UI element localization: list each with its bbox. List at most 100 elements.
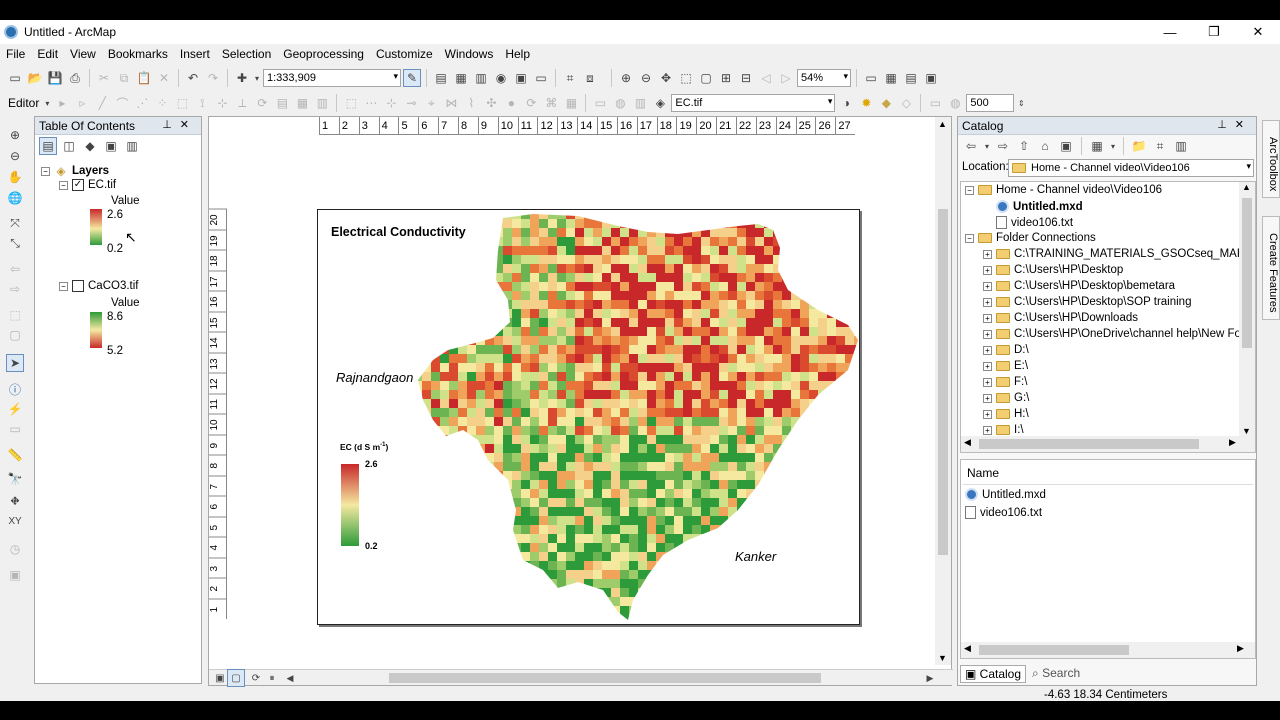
cut-icon[interactable]: ✂ [95, 69, 113, 87]
add-vertex-icon[interactable]: ⊹ [382, 94, 400, 112]
transparency-icon[interactable]: ◆ [877, 94, 895, 112]
layer-caco3[interactable]: − CaCO3.tif [59, 280, 139, 292]
topology-icon[interactable]: ⋈ [442, 94, 460, 112]
rotate-icon[interactable]: ⟳ [253, 94, 271, 112]
catalog-tree-item[interactable]: Untitled.mxd [983, 200, 1083, 213]
list-by-drawing-order-icon[interactable]: ▤ [39, 137, 57, 155]
reshape-icon[interactable]: ⟟ [193, 94, 211, 112]
catalog-tree-item[interactable]: + C:\Users\HP\Desktop\SOP training [983, 296, 1191, 308]
layers-root[interactable]: − ◈ Layers [41, 162, 109, 180]
layout-vertical-scrollbar[interactable]: ▲ ▼ [935, 117, 951, 665]
undo-icon[interactable]: ↶ [184, 69, 202, 87]
fixed-zoom-out-icon[interactable]: ⤡ [6, 234, 24, 252]
endpoint-arc-icon[interactable]: ⌒ [113, 94, 131, 112]
hyperlink-icon[interactable]: ⚡ [6, 400, 24, 418]
spinner-icon[interactable]: ⇕ [1016, 94, 1026, 112]
pan-page-icon[interactable]: ✥ [657, 69, 675, 87]
layout-toolbar-icon[interactable]: ⧈ [581, 69, 599, 87]
catalog-tree[interactable]: − Home - Channel video\Video106 Untitled.m… [960, 181, 1256, 453]
horizontal-scroll-thumb[interactable] [389, 673, 821, 683]
catalog-tree-item[interactable]: + D:\ [983, 344, 1029, 356]
menu-windows[interactable]: Windows [439, 47, 500, 61]
tab-catalog[interactable]: ▣ Catalog [960, 665, 1027, 683]
back-icon[interactable]: ⇦ [6, 260, 24, 278]
edit-vertices-icon[interactable]: ⬚ [173, 94, 191, 112]
chevron-down-icon[interactable]: ▾ [1109, 137, 1117, 155]
focus-data-frame-icon[interactable]: ▦ [882, 69, 900, 87]
cut-polygon-icon[interactable]: ⊹ [213, 94, 231, 112]
html-popup-icon[interactable]: ▭ [6, 420, 24, 438]
catalog-window-icon[interactable]: ▥ [472, 69, 490, 87]
toggle-contents-icon[interactable]: ▣ [1057, 137, 1075, 155]
zoom-in-icon[interactable]: ⊕ [6, 126, 24, 144]
catalog-tree-item[interactable]: + C:\TRAINING_MATERIALS_GSOCseq_MAPS_1 [983, 248, 1255, 260]
catalog-tree-item[interactable]: + H:\ [983, 408, 1029, 420]
name-column-header[interactable]: Name [967, 466, 999, 480]
arccatalog-window-icon[interactable]: ▤ [432, 69, 450, 87]
expand-icon[interactable]: + [983, 281, 992, 291]
editor-menu[interactable]: Editor [6, 96, 41, 110]
views-icon[interactable]: ▦ [1088, 137, 1106, 155]
chevron-down-icon[interactable]: ▾ [983, 137, 991, 155]
catalog-list-hscroll[interactable]: ◀ ▶ [961, 642, 1255, 658]
collapse-icon[interactable]: − [965, 233, 974, 243]
pan-icon[interactable]: ✋ [6, 168, 24, 186]
warp-icon[interactable]: ⌘ [542, 94, 560, 112]
model-builder-icon[interactable]: ⌗ [561, 69, 579, 87]
data-driven-pages-icon[interactable]: ▣ [922, 69, 940, 87]
save-icon[interactable]: 💾 [46, 69, 64, 87]
menu-edit[interactable]: Edit [31, 47, 64, 61]
collapse-icon[interactable]: − [59, 180, 68, 190]
layout-view-icon[interactable]: ▢ [227, 669, 245, 687]
select-features-icon[interactable]: ⬚ [6, 306, 24, 324]
midpoint-icon[interactable]: ⋯ [362, 94, 380, 112]
catalog-tree-item[interactable]: + E:\ [983, 360, 1028, 372]
catalog-tree-vscroll[interactable]: ▲ ▼ [1239, 182, 1255, 436]
menu-file[interactable]: File [0, 47, 31, 61]
fixed-zoom-in-icon[interactable]: ⊞ [717, 69, 735, 87]
effects-layer-combo[interactable]: EC.tif ▾ [671, 94, 836, 112]
close-button[interactable]: ✕ [1236, 20, 1280, 44]
expand-icon[interactable]: + [983, 249, 992, 259]
zoom-100-icon[interactable]: ▢ [697, 69, 715, 87]
swipe-icon[interactable]: ◇ [897, 94, 915, 112]
flicker-rate-input[interactable]: 500 [966, 94, 1015, 112]
catalog-tree-hscroll[interactable]: ◀ ▶ [961, 436, 1255, 452]
redo-icon[interactable]: ↷ [204, 69, 222, 87]
chevron-down-icon[interactable]: ▾ [253, 69, 261, 87]
full-extent-icon[interactable]: 🌐 [6, 189, 24, 207]
print-icon[interactable]: ⎙ [66, 69, 84, 87]
list-by-selection-icon[interactable]: ▣ [102, 137, 120, 155]
chevron-down-icon[interactable]: ▾ [43, 94, 51, 112]
expand-icon[interactable]: + [983, 377, 992, 387]
catalog-tree-item[interactable]: + F:\ [983, 376, 1027, 388]
catalog-tree-item[interactable]: + C:\Users\HP\Downloads [983, 312, 1138, 324]
expand-icon[interactable]: + [983, 361, 992, 371]
menu-help[interactable]: Help [499, 47, 536, 61]
options-icon[interactable]: ▥ [1172, 137, 1190, 155]
open-folder-icon[interactable]: 📂 [26, 69, 44, 87]
brightness-icon[interactable]: ✹ [857, 94, 875, 112]
pin-close-icons[interactable]: ⊥✕ [162, 118, 197, 131]
clear-selection-icon[interactable]: ▢ [6, 326, 24, 344]
collapse-icon[interactable]: − [41, 166, 50, 176]
arctoolbox-tab[interactable]: ArcToolbox [1262, 120, 1280, 198]
effects-a-icon[interactable]: ▭ [591, 94, 609, 112]
toggle-draft-icon[interactable]: ▭ [862, 69, 880, 87]
menu-view[interactable]: View [64, 47, 102, 61]
layout-view[interactable]: 1 2 3 4 5 6 7 8 9 10 11 12 13 14 15 16 17 18 19 20 21 22 23 24 2… [208, 116, 953, 687]
edit-annotation-icon[interactable]: ▹ [73, 94, 91, 112]
layer-ec[interactable]: − ✓ EC.tif [59, 179, 116, 191]
menu-insert[interactable]: Insert [174, 47, 216, 61]
list-item[interactable]: video106.txt [965, 506, 1042, 519]
back-arrow-icon[interactable]: ⇦ [962, 137, 980, 155]
options-icon[interactable]: ▥ [123, 137, 141, 155]
straight-segment-icon[interactable]: ╱ [93, 94, 111, 112]
map-frame[interactable]: Electrical Conductivity Rajnandgaon Kank… [317, 209, 860, 625]
zoom-out-icon[interactable]: ⊖ [6, 147, 24, 165]
connect-folder-icon[interactable]: 📁 [1130, 137, 1148, 155]
add-data-icon[interactable]: ✚ [233, 69, 251, 87]
paste-icon[interactable]: 📋 [135, 69, 153, 87]
tab-search[interactable]: ⌕ Search [1028, 665, 1084, 683]
layout-zoom-combo[interactable]: 54% ▾ [797, 69, 851, 87]
